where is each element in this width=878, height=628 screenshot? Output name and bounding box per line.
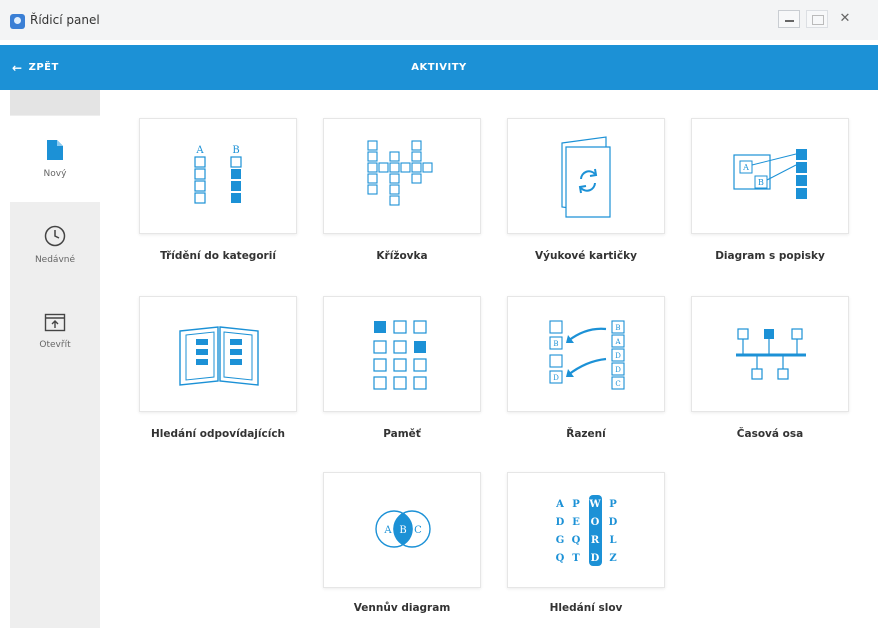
sidebar-item-label: Nový	[43, 169, 67, 179]
activity-label[interactable]: Třídění do kategorií	[118, 250, 318, 262]
activity-tile-memory[interactable]	[323, 296, 481, 412]
activity-tile-category-sort[interactable]: A B	[139, 118, 297, 234]
svg-text:L: L	[609, 535, 616, 546]
activity-tile-word-search[interactable]: A P W P D E O D G Q R L Q T D Z	[507, 472, 665, 588]
category-sort-icon: A B	[194, 145, 242, 204]
svg-text:D: D	[609, 517, 618, 528]
svg-text:D: D	[556, 517, 565, 528]
svg-text:A: A	[614, 338, 621, 346]
activity-label[interactable]: Časová osa	[670, 428, 870, 440]
svg-text:R: R	[591, 535, 600, 546]
svg-text:Q: Q	[572, 535, 581, 546]
activity-label[interactable]: Diagram s popisky	[670, 250, 870, 262]
svg-text:A: A	[555, 499, 564, 510]
labelled-diagram-icon: A B	[733, 149, 807, 199]
activity-tile-ordering[interactable]: B D B A D D C	[507, 296, 665, 412]
activity-label[interactable]: Výukové kartičky	[486, 250, 686, 262]
svg-text:B: B	[758, 178, 764, 187]
page-title: AKTIVITY	[411, 62, 467, 73]
header-bar: ← ZPĚT AKTIVITY	[0, 45, 878, 90]
svg-text:O: O	[591, 517, 600, 528]
svg-text:W: W	[588, 499, 601, 510]
minimize-button[interactable]	[778, 10, 800, 28]
maximize-button[interactable]	[806, 10, 828, 28]
activity-label[interactable]: Hledání odpovídajících	[118, 428, 318, 440]
svg-text:D: D	[615, 352, 621, 360]
venn-diagram-icon: A B C	[375, 510, 431, 548]
svg-text:Q: Q	[556, 553, 565, 564]
activity-label[interactable]: Řazení	[486, 428, 686, 440]
activity-tile-crossword[interactable]	[323, 118, 481, 234]
svg-text:E: E	[572, 517, 580, 528]
app-window: Řídicí panel ✕ ← ZPĚT AKTIVITY Nový Nedá…	[0, 0, 878, 628]
close-button[interactable]: ✕	[834, 10, 856, 28]
activity-tile-flashcards[interactable]	[507, 118, 665, 234]
sidebar-item-label: Nedávné	[34, 255, 76, 265]
activity-tile-venn-diagram[interactable]: A B C	[323, 472, 481, 588]
svg-text:D: D	[615, 366, 621, 374]
svg-text:B: B	[615, 324, 620, 332]
close-icon: ✕	[839, 11, 851, 26]
svg-text:G: G	[556, 535, 565, 546]
app-icon	[10, 14, 25, 29]
svg-text:B: B	[553, 340, 558, 348]
memory-grid-icon	[373, 320, 427, 390]
window-title: Řídicí panel	[30, 13, 100, 27]
svg-text:T: T	[572, 553, 580, 564]
sidebar-item-open[interactable]: Otevřít	[10, 288, 100, 374]
svg-text:A: A	[383, 525, 392, 536]
svg-text:D: D	[553, 374, 559, 382]
timeline-icon	[736, 328, 806, 380]
sidebar-header	[10, 90, 100, 115]
matching-book-icon	[179, 326, 259, 386]
svg-text:A: A	[195, 145, 204, 156]
activity-label[interactable]: Paměť	[302, 428, 502, 440]
svg-text:Z: Z	[609, 553, 616, 564]
ordering-icon: B D B A D D C	[549, 320, 625, 390]
svg-text:B: B	[232, 145, 239, 156]
svg-text:P: P	[572, 499, 580, 510]
word-search-icon: A P W P D E O D G Q R L Q T D Z	[555, 495, 618, 566]
sidebar-item-recent[interactable]: Nedávné	[10, 202, 100, 288]
sidebar-item-new[interactable]: Nový	[10, 116, 100, 202]
svg-text:C: C	[414, 525, 422, 536]
activity-label[interactable]: Křížovka	[302, 250, 502, 262]
svg-text:B: B	[399, 525, 406, 536]
sidebar: Nový Nedávné Otevřít	[10, 90, 100, 628]
svg-text:D: D	[591, 553, 600, 564]
activity-tile-timeline[interactable]	[691, 296, 849, 412]
title-bar: Řídicí panel ✕	[0, 0, 878, 40]
activity-tile-labelled-diagram[interactable]: A B	[691, 118, 849, 234]
sidebar-item-label: Otevřít	[39, 340, 71, 350]
crossword-icon	[367, 140, 433, 206]
activity-tile-matching[interactable]	[139, 296, 297, 412]
activity-label[interactable]: Vennův diagram	[302, 602, 502, 614]
clock-icon	[44, 225, 66, 247]
new-file-icon	[47, 140, 63, 160]
svg-text:C: C	[615, 380, 620, 388]
svg-text:A: A	[742, 163, 749, 172]
open-folder-icon	[44, 313, 66, 332]
activity-label[interactable]: Hledání slov	[486, 602, 686, 614]
svg-text:P: P	[609, 499, 617, 510]
flashcards-icon	[561, 136, 611, 218]
